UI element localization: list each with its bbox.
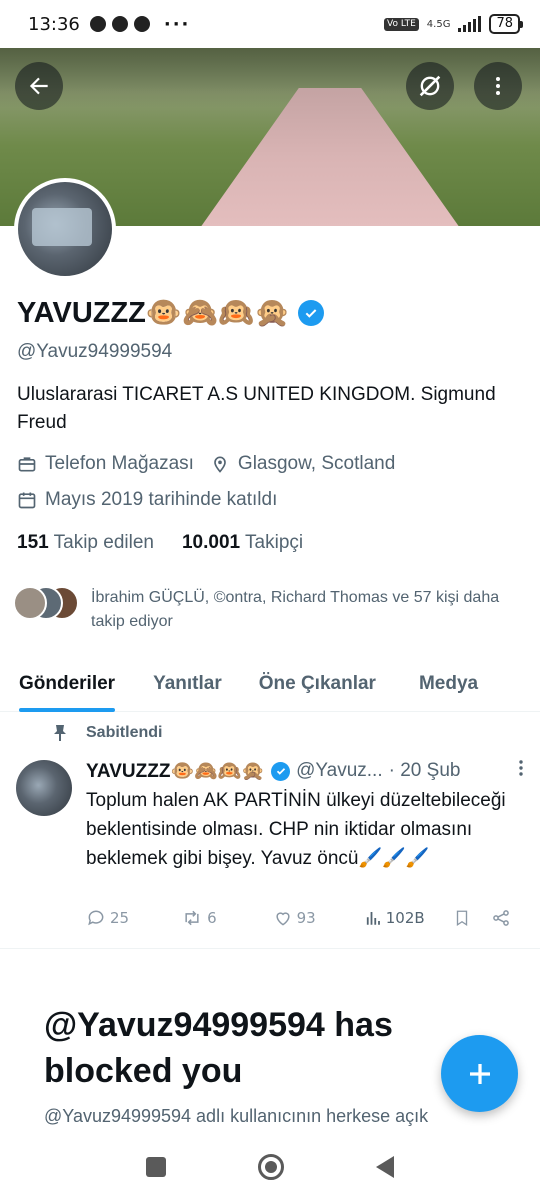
facebook-icon xyxy=(133,16,150,32)
share-button[interactable] xyxy=(491,908,511,928)
more-options-button[interactable] xyxy=(474,62,522,110)
followers-count: 10.001 xyxy=(181,532,241,553)
pinned-label: Sabitlendi xyxy=(86,724,163,741)
more-notifications: ··· xyxy=(163,13,191,35)
share-icon xyxy=(492,910,509,926)
followers-label: Takipçi xyxy=(245,532,304,553)
profile-name-row: YAVUZZZ🐵🙈🙉🙊 xyxy=(17,296,325,330)
facebook-icon xyxy=(89,16,106,32)
views-button[interactable]: 102B xyxy=(364,909,425,927)
status-time: 13:36 xyxy=(28,13,80,35)
reply-button[interactable]: 25 xyxy=(86,908,129,928)
following-label: Takip edilen xyxy=(53,532,154,553)
tab-replies[interactable]: Yanıtlar xyxy=(153,655,222,712)
profile-meta-row: Telefon Mağazası Glasgow, Scotland xyxy=(17,453,395,475)
tab-posts[interactable]: Gönderiler xyxy=(19,655,116,712)
more-vertical-icon xyxy=(519,760,523,776)
like-button[interactable]: 93 xyxy=(273,908,316,928)
home-icon xyxy=(265,1161,277,1173)
tweet-actions: 25 6 93 102B xyxy=(86,903,516,933)
arrow-left-icon xyxy=(29,77,48,95)
recent-apps-button[interactable] xyxy=(146,1157,166,1177)
follower-avatar xyxy=(13,586,47,620)
views-icon xyxy=(366,912,380,925)
blocked-subtitle: @Yavuz94999594 adlı kullanıcının herkese… xyxy=(44,1106,429,1126)
back-nav-button[interactable] xyxy=(376,1156,394,1178)
tweet-more-button[interactable] xyxy=(516,758,526,784)
category-text: Telefon Mağazası xyxy=(45,453,194,474)
status-bar: 13:36 ··· Vo LTE 4.5G 78 xyxy=(0,0,540,48)
banner-path xyxy=(200,88,460,226)
followed-by[interactable]: İbrahim GÜÇLÜ, ©ontra, Richard Thomas ve… xyxy=(13,586,531,634)
followers-link[interactable]: 10.001 Takipçi xyxy=(182,532,303,554)
profile-tabs: Gönderiler Yanıtlar Öne Çıkanlar Medya xyxy=(0,655,540,712)
profile-name: YAVUZZZ🐵🙈🙉🙊 xyxy=(17,297,291,329)
profile-handle: @Yavuz94999594 xyxy=(17,341,173,362)
profile-joined: Mayıs 2019 tarihinde katıldı xyxy=(17,489,277,511)
network-type: 4.5G xyxy=(426,18,451,30)
signal-icon xyxy=(458,16,482,32)
home-button[interactable] xyxy=(258,1154,284,1180)
verified-badge-icon xyxy=(271,761,291,781)
retweet-icon xyxy=(185,910,199,926)
battery-icon: 78 xyxy=(489,14,523,34)
bookmark-icon xyxy=(456,910,467,927)
system-nav-bar xyxy=(0,1135,540,1199)
profile-avatar[interactable] xyxy=(14,178,116,280)
banner-trees xyxy=(0,48,540,108)
follow-stats: 151 Takip edilen 10.001 Takipçi xyxy=(17,532,303,554)
like-count: 93 xyxy=(296,909,316,927)
messenger-icon xyxy=(111,16,128,32)
following-link[interactable]: 151 Takip edilen xyxy=(17,532,154,554)
profile-bio: Uluslararasi TICARET A.S UNITED KINGDOM.… xyxy=(17,384,496,433)
pin-icon xyxy=(54,725,66,741)
tweet-time[interactable]: · 20 Şub xyxy=(389,760,461,782)
volte-icon: Vo LTE xyxy=(384,17,419,31)
retweet-button[interactable]: 6 xyxy=(181,908,217,928)
more-vertical-icon xyxy=(496,77,500,95)
location-pin-icon xyxy=(214,456,226,473)
avatar-photo xyxy=(32,208,92,246)
location-text: Glasgow, Scotland xyxy=(237,453,396,474)
retweet-count: 6 xyxy=(207,909,217,927)
tab-highlights[interactable]: Öne Çıkanlar xyxy=(259,655,376,712)
profile-location: Glasgow, Scotland xyxy=(210,453,395,475)
tweet-avatar[interactable] xyxy=(16,760,72,816)
reply-count: 25 xyxy=(110,909,130,927)
briefcase-icon xyxy=(18,457,36,472)
divider xyxy=(0,948,540,949)
grok-button[interactable] xyxy=(406,62,454,110)
blocked-title: @Yavuz94999594 has blocked you xyxy=(44,1006,393,1090)
heart-icon xyxy=(276,912,290,926)
notification-icons xyxy=(89,16,150,32)
following-count: 151 xyxy=(17,532,49,553)
calendar-icon xyxy=(18,492,36,509)
profile-category: Telefon Mağazası xyxy=(17,453,194,475)
tab-media[interactable]: Medya xyxy=(419,655,478,712)
plus-icon xyxy=(469,1063,490,1084)
views-count: 102B xyxy=(385,909,425,927)
grok-icon xyxy=(419,75,441,97)
joined-text: Mayıs 2019 tarihinde katıldı xyxy=(45,489,278,510)
bookmark-button[interactable] xyxy=(453,908,471,928)
pinned-indicator: Sabitlendi xyxy=(52,724,162,742)
followed-by-text: İbrahim GÜÇLÜ, ©ontra, Richard Thomas ve… xyxy=(91,589,500,630)
back-button[interactable] xyxy=(15,62,63,110)
tweet-header: YAVUZZZ🐵🙈🙉🙊 @Yavuz... · 20 Şub xyxy=(86,758,526,784)
reply-icon xyxy=(88,910,104,926)
tweet-author-name[interactable]: YAVUZZZ🐵🙈🙉🙊 xyxy=(86,759,265,783)
compose-button[interactable] xyxy=(441,1035,518,1112)
tweet-author-handle: @Yavuz... xyxy=(296,760,383,781)
followed-by-avatars xyxy=(13,586,79,622)
verified-badge-icon xyxy=(298,300,325,326)
tweet-text: Toplum halen AK PARTİNİN ülkeyi düzelteb… xyxy=(86,790,506,869)
